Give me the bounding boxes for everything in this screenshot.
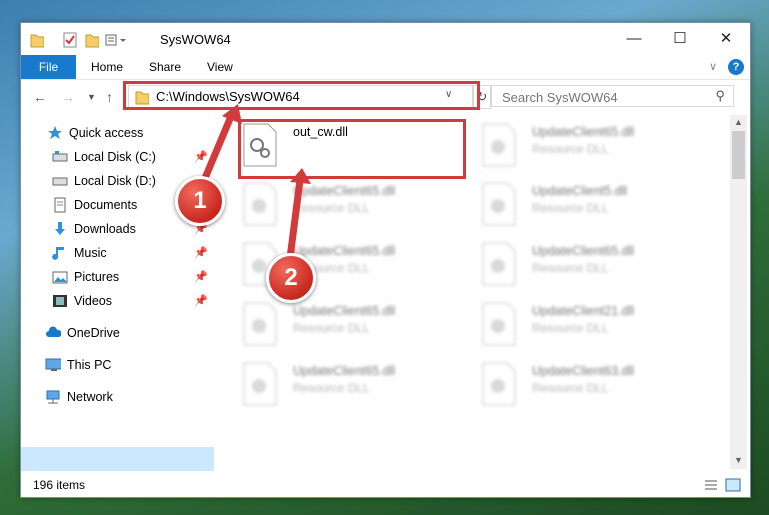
annotation-arrows (196, 104, 311, 259)
arrow-2 (286, 179, 304, 259)
step-badge-2: 2 (266, 253, 316, 303)
arrow-2-head (290, 168, 311, 184)
step-badge-1: 1 (175, 176, 225, 226)
